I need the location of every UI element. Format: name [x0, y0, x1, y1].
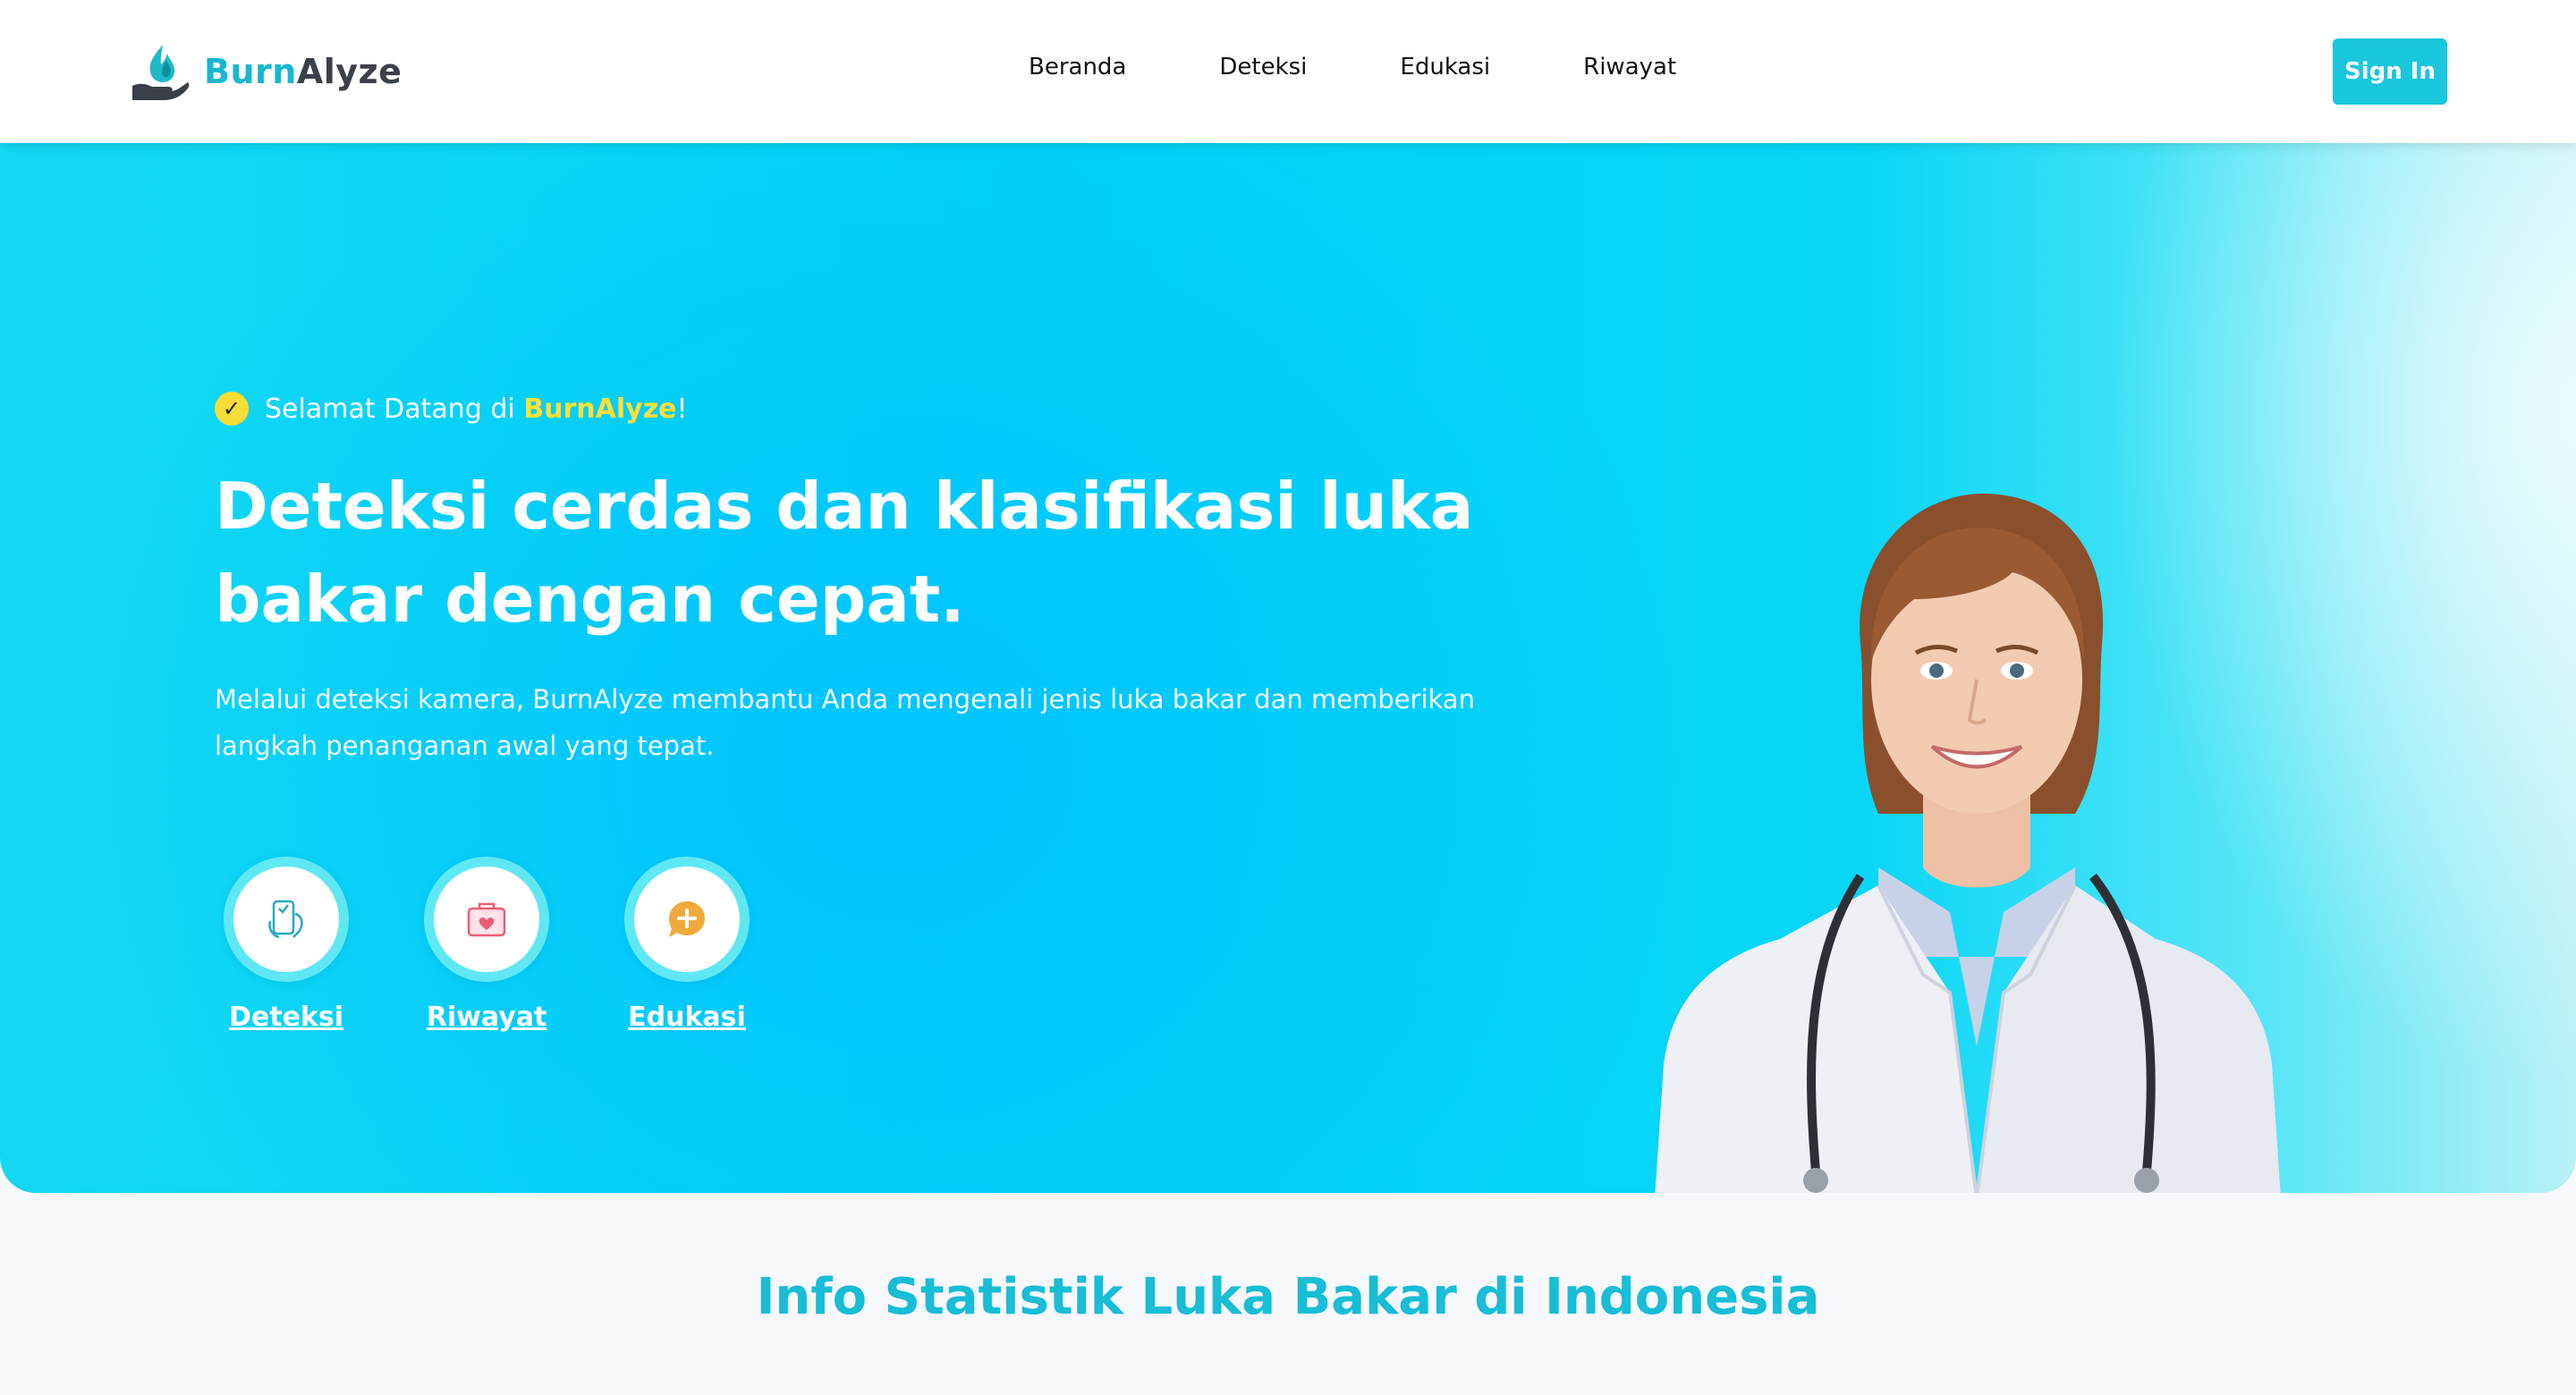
quick-link-ring [424, 857, 549, 982]
hero-subtext: Melalui deteksi kamera, BurnAlyze memban… [215, 684, 1475, 761]
welcome-brand: BurnAlyze [523, 393, 677, 425]
quick-link-deteksi[interactable]: Deteksi [224, 857, 349, 1033]
doctor-image [1655, 493, 2281, 1193]
quick-links: Deteksi Riwayat Edukasi [224, 857, 750, 1033]
quick-link-circle [434, 867, 539, 972]
flame-hand-icon [132, 45, 190, 100]
quick-link-label: Riwayat [426, 1002, 547, 1033]
brand-logo[interactable]: BurnAlyze [127, 39, 402, 104]
quick-link-label: Edukasi [628, 1002, 746, 1033]
brand-name-part2: Alyze [296, 52, 402, 91]
welcome-line: ✓ Selamat Datang di BurnAlyze! [215, 392, 688, 426]
phone-scan-icon [268, 900, 303, 939]
nav-item-beranda[interactable]: Beranda [1029, 54, 1126, 80]
quick-link-ring [224, 857, 349, 982]
nav-item-riwayat[interactable]: Riwayat [1583, 54, 1676, 80]
top-navbar: BurnAlyze Beranda Deteksi Edukasi Riwaya… [0, 0, 2576, 143]
quick-link-ring [624, 857, 750, 982]
main-nav: Beranda Deteksi Edukasi Riwayat [1029, 54, 1676, 80]
medical-briefcase-icon [467, 902, 506, 937]
page: BurnAlyze Beranda Deteksi Edukasi Riwaya… [0, 0, 2576, 1395]
hero-section: ✓ Selamat Datang di BurnAlyze! Deteksi c… [0, 143, 2576, 1193]
check-icon: ✓ [215, 392, 249, 426]
welcome-prefix: Selamat Datang di [265, 393, 524, 425]
brand-name-part1: Burn [204, 52, 297, 91]
brand-name: BurnAlyze [204, 52, 402, 91]
quick-link-label: Deteksi [228, 1002, 344, 1033]
quick-link-riwayat[interactable]: Riwayat [424, 857, 549, 1033]
sign-in-button[interactable]: Sign In [2333, 38, 2447, 105]
quick-link-circle [634, 867, 740, 972]
welcome-suffix: ! [676, 393, 688, 425]
nav-item-edukasi[interactable]: Edukasi [1400, 54, 1490, 80]
quick-link-circle [233, 867, 339, 972]
stats-section-title: Info Statistik Luka Bakar di Indonesia [756, 1268, 1820, 1326]
hero-headline: Deteksi cerdas dan klasifikasi luka baka… [215, 469, 1474, 637]
nav-item-deteksi[interactable]: Deteksi [1219, 54, 1307, 80]
chat-plus-icon [669, 901, 705, 937]
welcome-text: Selamat Datang di BurnAlyze! [265, 393, 688, 425]
quick-link-edukasi[interactable]: Edukasi [624, 857, 750, 1033]
